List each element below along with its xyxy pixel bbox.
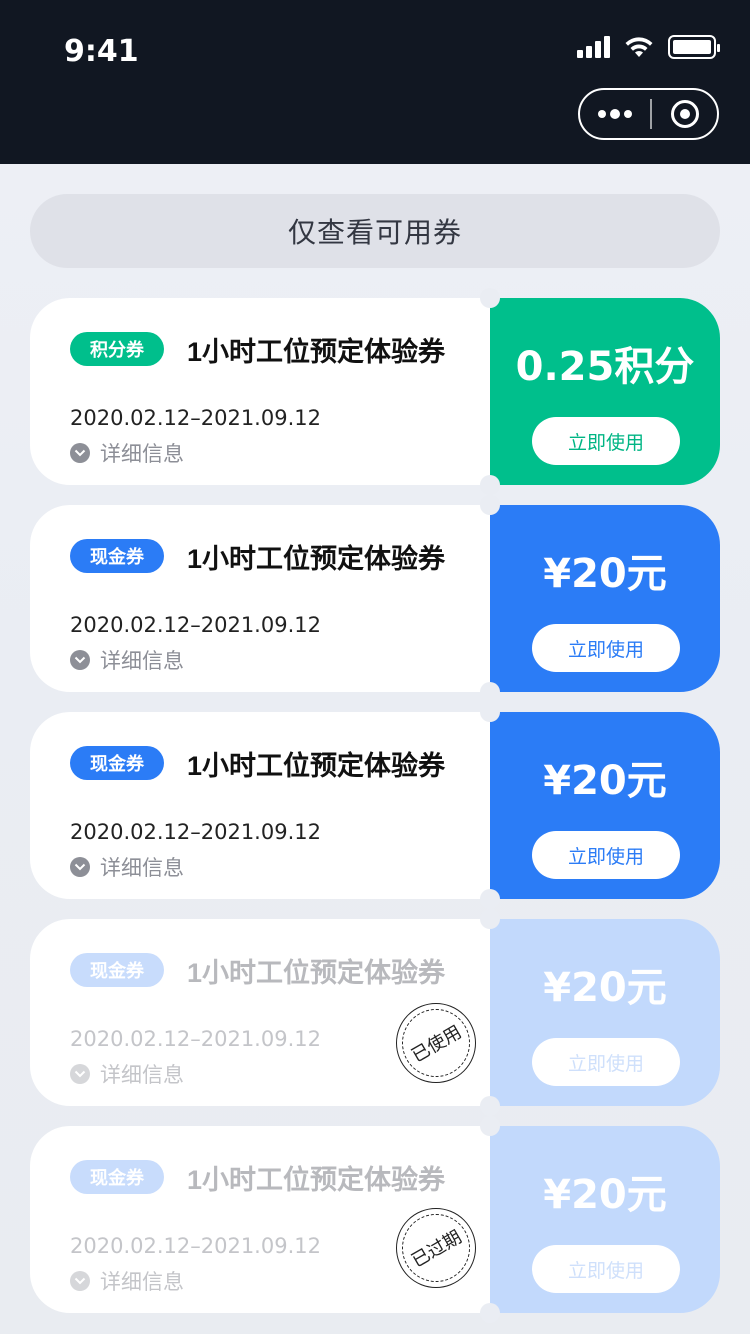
cellular-signal-icon xyxy=(577,36,610,58)
coupon-notch xyxy=(480,702,500,722)
target-close-icon[interactable] xyxy=(652,100,717,128)
coupon-info: 现金券 1小时工位预定体验券 2020.02.12–2021.09.12 详细信… xyxy=(30,712,490,899)
coupon-amount: ¥20元 xyxy=(543,551,667,597)
coupon-amount: ¥20元 xyxy=(543,758,667,804)
coupon-notch xyxy=(480,475,500,495)
coupon-validity-date: 2020.02.12–2021.09.12 xyxy=(70,1234,321,1258)
coupon-type-tag: 现金券 xyxy=(70,1160,164,1194)
coupon-details-toggle[interactable]: 详细信息 xyxy=(70,438,184,468)
coupon-value-panel: ¥20元 立即使用 xyxy=(490,505,720,692)
use-now-button: 立即使用 xyxy=(532,1038,680,1086)
chevron-down-icon xyxy=(70,857,90,877)
coupon-card: 现金券 1小时工位预定体验券 2020.02.12–2021.09.12 详细信… xyxy=(30,909,720,1116)
coupon-type-tag: 积分券 xyxy=(70,332,164,366)
use-now-button: 立即使用 xyxy=(532,1245,680,1293)
coupon-details-toggle[interactable]: 详细信息 xyxy=(70,1059,184,1089)
available-only-filter-button[interactable]: 仅查看可用券 xyxy=(30,194,720,268)
coupon-info: 现金券 1小时工位预定体验券 2020.02.12–2021.09.12 详细信… xyxy=(30,505,490,692)
coupon-info: 现金券 1小时工位预定体验券 2020.02.12–2021.09.12 详细信… xyxy=(30,919,490,1106)
coupon-details-toggle[interactable]: 详细信息 xyxy=(70,645,184,675)
coupon-title: 1小时工位预定体验券 xyxy=(187,958,446,988)
chevron-down-icon xyxy=(70,650,90,670)
coupon-notch xyxy=(480,682,500,702)
coupon-details-label: 详细信息 xyxy=(100,857,184,880)
coupon-details-toggle[interactable]: 详细信息 xyxy=(70,852,184,882)
coupon-details-label: 详细信息 xyxy=(100,650,184,673)
coupon-card: 现金券 1小时工位预定体验券 2020.02.12–2021.09.12 详细信… xyxy=(30,1116,720,1323)
coupon-card: 现金券 1小时工位预定体验券 2020.02.12–2021.09.12 详细信… xyxy=(30,495,720,702)
coupon-notch xyxy=(480,495,500,515)
use-now-button[interactable]: 立即使用 xyxy=(532,831,680,879)
coupon-value-panel: ¥20元 立即使用 xyxy=(490,919,720,1106)
coupon-value-panel: 0.25积分 立即使用 xyxy=(490,298,720,485)
coupon-validity-date: 2020.02.12–2021.09.12 xyxy=(70,1027,321,1051)
status-icons xyxy=(577,34,720,60)
coupon-card: 积分券 1小时工位预定体验券 2020.02.12–2021.09.12 详细信… xyxy=(30,288,720,495)
coupon-notch xyxy=(480,909,500,929)
more-dots-icon[interactable] xyxy=(580,90,650,138)
coupon-amount: ¥20元 xyxy=(543,1172,667,1218)
coupon-validity-date: 2020.02.12–2021.09.12 xyxy=(70,406,321,430)
coupon-info: 积分券 1小时工位预定体验券 2020.02.12–2021.09.12 详细信… xyxy=(30,298,490,485)
coupon-value-panel: ¥20元 立即使用 xyxy=(490,1126,720,1313)
use-now-button[interactable]: 立即使用 xyxy=(532,624,680,672)
coupon-info: 现金券 1小时工位预定体验券 2020.02.12–2021.09.12 详细信… xyxy=(30,1126,490,1313)
coupon-card: 现金券 1小时工位预定体验券 2020.02.12–2021.09.12 详细信… xyxy=(30,702,720,909)
chevron-down-icon xyxy=(70,1271,90,1291)
coupon-type-tag: 现金券 xyxy=(70,746,164,780)
coupon-details-label: 详细信息 xyxy=(100,443,184,466)
coupon-type-tag: 现金券 xyxy=(70,953,164,987)
coupon-amount: ¥20元 xyxy=(543,965,667,1011)
coupon-notch xyxy=(480,288,500,308)
top-bar: 9:41 xyxy=(0,0,750,164)
coupon-title: 1小时工位预定体验券 xyxy=(187,751,446,781)
status-time: 9:41 xyxy=(64,34,139,69)
coupon-title: 1小时工位预定体验券 xyxy=(187,1165,446,1195)
chevron-down-icon xyxy=(70,1064,90,1084)
wifi-icon xyxy=(625,37,653,57)
coupon-value-panel: ¥20元 立即使用 xyxy=(490,712,720,899)
mini-program-capsule xyxy=(578,88,719,140)
coupon-details-label: 详细信息 xyxy=(100,1271,184,1294)
coupon-notch xyxy=(480,1096,500,1116)
coupon-type-tag: 现金券 xyxy=(70,539,164,573)
coupon-title: 1小时工位预定体验券 xyxy=(187,337,446,367)
coupon-validity-date: 2020.02.12–2021.09.12 xyxy=(70,613,321,637)
coupon-notch xyxy=(480,1116,500,1136)
coupon-notch xyxy=(480,1303,500,1323)
use-now-button[interactable]: 立即使用 xyxy=(532,417,680,465)
chevron-down-icon xyxy=(70,443,90,463)
coupon-title: 1小时工位预定体验券 xyxy=(187,544,446,574)
stamp-text: 已使用 xyxy=(408,1021,465,1067)
stamp-text: 已过期 xyxy=(408,1226,465,1272)
coupon-amount: 0.25积分 xyxy=(515,344,695,390)
coupon-details-toggle[interactable]: 详细信息 xyxy=(70,1266,184,1296)
coupon-details-label: 详细信息 xyxy=(100,1064,184,1087)
coupon-validity-date: 2020.02.12–2021.09.12 xyxy=(70,820,321,844)
expired-stamp: 已过期 xyxy=(396,1208,476,1288)
coupon-notch xyxy=(480,889,500,909)
battery-icon xyxy=(668,35,720,59)
used-stamp: 已使用 xyxy=(396,1003,476,1083)
